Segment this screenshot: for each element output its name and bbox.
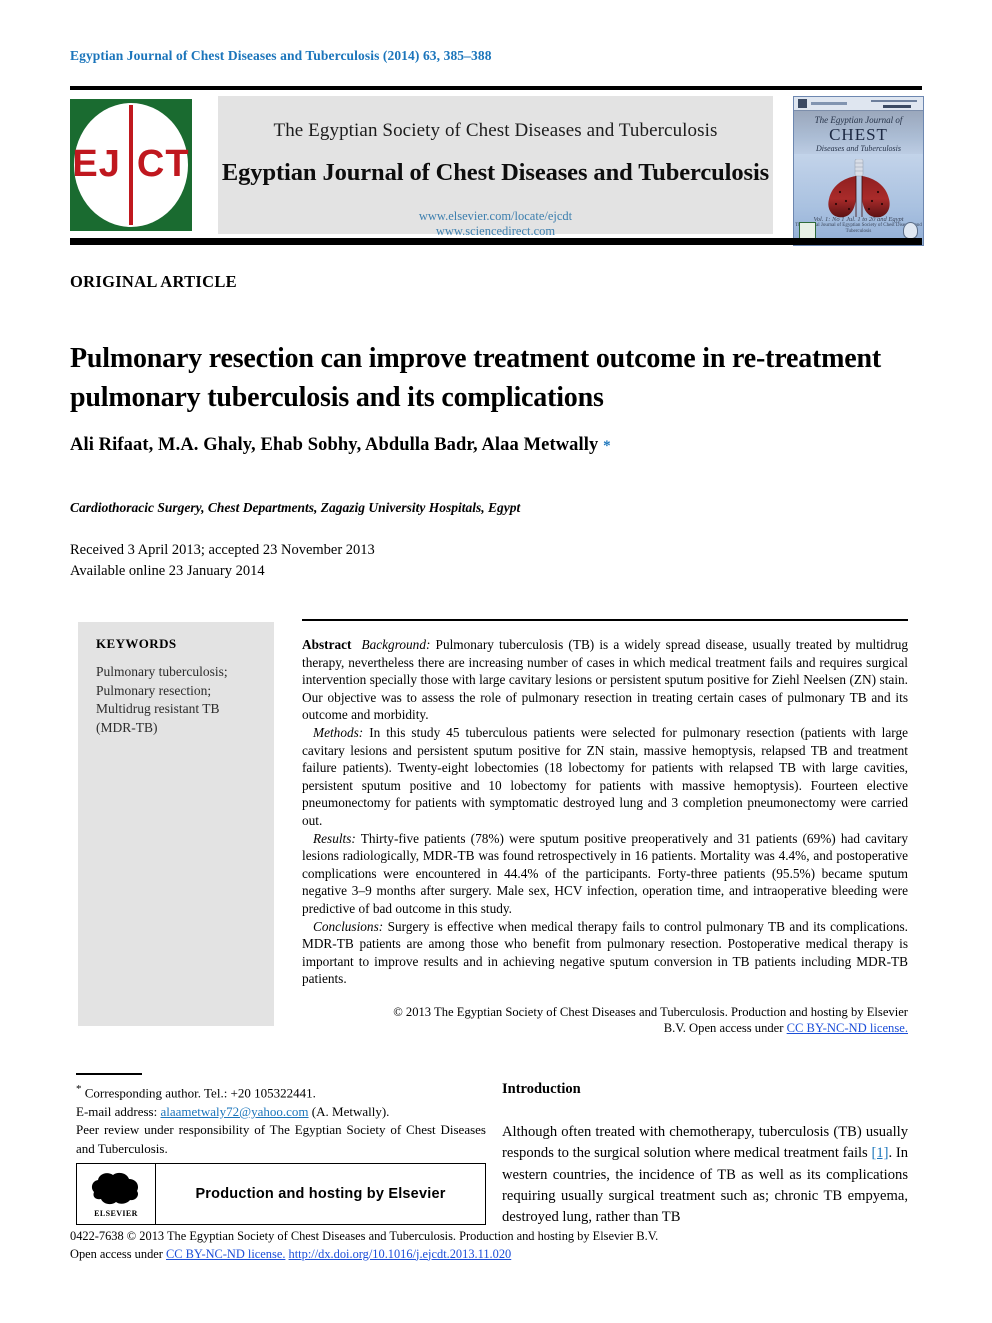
abstract-results-paragraph: Results: Thirty-five patients (78%) were… (302, 830, 908, 918)
society-name: The Egyptian Society of Chest Diseases a… (273, 120, 718, 141)
elsevier-tree-icon (91, 1172, 139, 1205)
keywords-heading: KEYWORDS (96, 636, 177, 651)
author-names: Ali Rifaat, M.A. Ghaly, Ehab Sobhy, Abdu… (70, 435, 599, 455)
abstract: Abstract Background: Pulmonary tuberculos… (302, 636, 908, 988)
logo-text-ct: CT (136, 143, 190, 185)
abstract-copyright: © 2013 The Egyptian Society of Chest Dis… (302, 1004, 908, 1036)
masthead-bottom-rule (70, 238, 922, 245)
cover-title-line2: CHEST (829, 125, 888, 144)
peer-review-note: Peer review under responsibility of The … (76, 1122, 486, 1156)
elsevier-wordmark: ELSEVIER (94, 1209, 138, 1218)
page-bottom-footer: 0422-7638 © 2013 The Egyptian Society of… (70, 1228, 922, 1263)
keyword-item: Pulmonary tuberculosis; (96, 664, 228, 679)
affiliation: Cardiothoracic Surgery, Chest Department… (70, 500, 521, 515)
issn-copyright-line: 0422-7638 © 2013 The Egyptian Society of… (70, 1229, 659, 1243)
running-head: Egyptian Journal of Chest Diseases and T… (70, 48, 492, 63)
corresponding-author-note: * Corresponding author. Tel.: +20 105322… (76, 1080, 486, 1103)
journal-name: Egyptian Journal of Chest Diseases and T… (221, 159, 770, 186)
abstract-section-label: Conclusions: (313, 918, 384, 934)
cc-license-link-footer[interactable]: CC BY-NC-ND license. (166, 1247, 285, 1261)
abstract-section-label: Results: (313, 830, 356, 846)
abstract-methods-paragraph: Methods: In this study 45 tuberculous pa… (302, 724, 908, 830)
abstract-section-label: Background: (361, 637, 431, 652)
cover-header-line-right (871, 100, 917, 102)
received-accepted-date: Received 3 April 2013; accepted 23 Novem… (70, 542, 375, 558)
available-online-date: Available online 23 January 2014 (70, 563, 265, 579)
cover-header-line-left (811, 102, 847, 105)
email-link[interactable]: alaametwaly72@yahoo.com (160, 1104, 308, 1119)
corresponding-author-marker: * (603, 438, 611, 454)
journal-article-page: Egyptian Journal of Chest Diseases and T… (0, 0, 992, 1323)
lungs-illustration (827, 159, 890, 218)
keyword-item: Multidrug resistant TB (96, 701, 220, 716)
elsevier-url[interactable]: www.elsevier.com/locate/ejcdt (218, 209, 773, 224)
page-title: Pulmonary resection can improve treatmen… (70, 342, 881, 413)
introduction-heading: Introduction (502, 1081, 581, 1097)
abstract-section-text: In this study 45 tuberculous patients we… (302, 724, 909, 828)
asterisk-icon: * (76, 1083, 82, 1095)
reference-link-1[interactable]: [1] (871, 1145, 888, 1161)
masthead-urls: www.elsevier.com/locate/ejcdt www.scienc… (218, 209, 773, 239)
cover-badge-right-icon (903, 222, 918, 239)
cover-title-line1: The Egyptian Journal of (814, 115, 903, 125)
introduction-body: Although often treated with chemotherapy… (502, 1122, 908, 1228)
elsevier-logo: ELSEVIER (77, 1164, 156, 1224)
license-doi-line: Open access under CC BY-NC-ND license. h… (70, 1246, 922, 1264)
logo-text-ej: EJ (72, 143, 121, 185)
keyword-item: Pulmonary resection; (96, 682, 212, 698)
author-list: Ali Rifaat, M.A. Ghaly, Ehab Sobhy, Abdu… (70, 435, 910, 456)
article-dates: Received 3 April 2013; accepted 23 Novem… (70, 540, 910, 582)
cover-title-line3: Diseases and Tuberculosis (815, 144, 902, 153)
abstract-label: Abstract (302, 637, 352, 652)
abstract-section-text: Surgery is effective when medical therap… (302, 918, 908, 987)
abstract-top-rule (302, 619, 908, 621)
introduction-paragraph: Although often treated with chemotherapy… (502, 1122, 908, 1228)
open-access-prefix: Open access under (70, 1246, 166, 1261)
keywords-list: Pulmonary tuberculosis; Pulmonary resect… (96, 663, 258, 737)
abstract-section-text: Thirty-five patients (78%) were sputum p… (302, 830, 908, 916)
journal-cover-thumbnail: The Egyptian Journal of CHEST Diseases a… (793, 96, 924, 246)
doi-link[interactable]: http://dx.doi.org/10.1016/j.ejcdt.2013.1… (289, 1247, 512, 1261)
logo-wordmark: EJ CT (70, 144, 192, 184)
cover-header-line-right2 (883, 105, 911, 108)
abstract-conclusions-paragraph: Conclusions: Surgery is effective when m… (302, 918, 908, 988)
masthead: EJ CT The Egyptian Society of Chest Disea… (70, 96, 924, 246)
email-note: E-mail address: alaametwaly72@yahoo.com … (76, 1103, 486, 1122)
abstract-background-paragraph: Abstract Background: Pulmonary tuberculos… (302, 636, 908, 724)
cc-license-link[interactable]: CC BY-NC-ND license. (787, 1021, 908, 1035)
copyright-line1: © 2013 The Egyptian Society of Chest Dis… (393, 1005, 908, 1019)
corresponding-author-text: Corresponding author. Tel.: +20 10532244… (84, 1085, 316, 1101)
copyright-line2-prefix: B.V. Open access under (663, 1021, 787, 1035)
masthead-top-rule (70, 86, 922, 90)
introduction-text-pre: Although often treated with chemotherapy… (502, 1124, 908, 1162)
cover-header-icon (798, 99, 807, 108)
ejct-logo: EJ CT (70, 99, 192, 231)
article-type-label: ORIGINAL ARTICLE (70, 272, 237, 291)
cover-badge-left-icon (799, 222, 816, 239)
elsevier-hosting-banner: ELSEVIER Production and hosting by Elsev… (76, 1163, 486, 1225)
keywords-panel: KEYWORDS Pulmonary tuberculosis; Pulmona… (78, 622, 274, 1026)
sciencedirect-url[interactable]: www.sciencedirect.com (218, 224, 773, 239)
email-label: E-mail address: (76, 1103, 158, 1119)
elsevier-banner-text: Production and hosting by Elsevier (195, 1186, 446, 1202)
masthead-center-panel: The Egyptian Society of Chest Diseases a… (218, 96, 773, 238)
keyword-item: (MDR-TB) (96, 719, 158, 735)
email-owner: (A. Metwally). (311, 1103, 390, 1119)
abstract-section-label: Methods: (313, 724, 364, 740)
footnote-rule (76, 1073, 142, 1075)
footnote-block: * Corresponding author. Tel.: +20 105322… (76, 1080, 486, 1158)
